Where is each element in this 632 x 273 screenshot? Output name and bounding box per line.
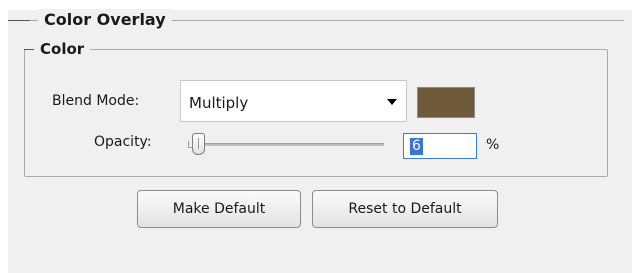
blend-mode-value: Multiply [189, 94, 249, 112]
opacity-value-selected: 6 [410, 138, 423, 155]
blend-mode-label: Blend Mode: [52, 93, 140, 109]
section-divider-tick [8, 20, 30, 21]
color-group-title: Color [34, 38, 91, 60]
opacity-slider-thumb[interactable] [192, 133, 205, 155]
section-title: Color Overlay [38, 9, 172, 31]
blend-mode-select[interactable]: Multiply [180, 80, 407, 122]
group-border-tick [24, 49, 34, 50]
make-default-button[interactable]: Make Default [137, 190, 301, 228]
color-swatch[interactable] [417, 87, 475, 118]
chevron-down-icon [387, 99, 397, 105]
opacity-slider-track[interactable] [200, 143, 384, 146]
reset-to-default-button[interactable]: Reset to Default [312, 190, 498, 228]
opacity-input[interactable]: 6 [403, 133, 477, 159]
opacity-label: Opacity: [94, 134, 152, 150]
opacity-unit: % [486, 137, 500, 153]
